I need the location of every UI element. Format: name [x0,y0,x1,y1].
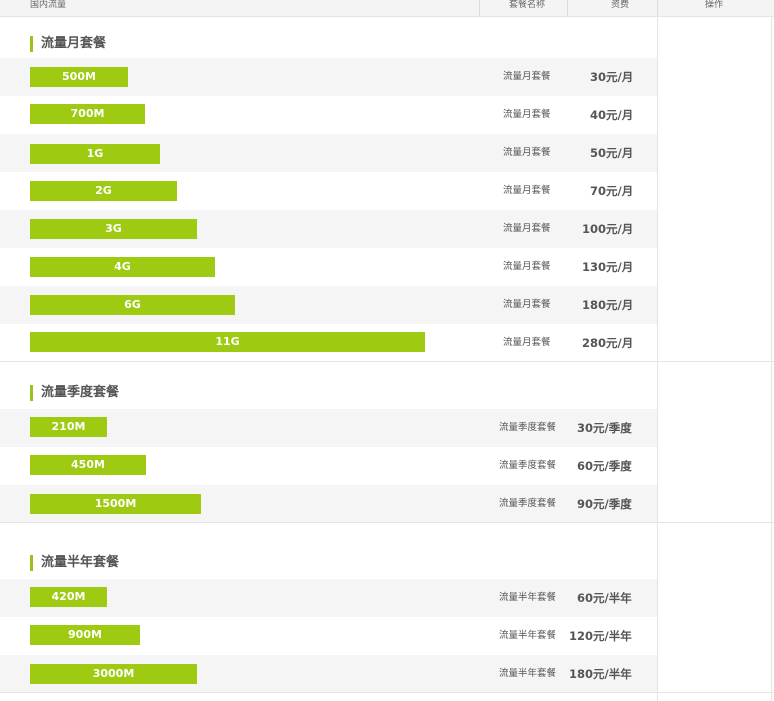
table-row[interactable]: 6G 流量月套餐 180元/月 [0,286,657,324]
package-name: 流量季度套餐 [499,498,557,509]
header-price: 资费 [611,0,630,10]
package-price: 280元/月 [582,336,634,350]
package-price: 60元/半年 [577,591,632,605]
package-name: 流量月套餐 [503,337,551,348]
table-row[interactable]: 210M 流量季度套餐 30元/季度 [0,409,657,447]
flow-bar: 1500M [30,494,201,514]
table-row[interactable]: 2G 流量月套餐 70元/月 [0,172,657,210]
package-price: 130元/月 [582,260,634,274]
flow-bar: 4G [30,257,215,277]
package-name: 流量月套餐 [503,223,551,234]
package-name: 流量季度套餐 [499,422,557,433]
table-row[interactable]: 1500M 流量季度套餐 90元/季度 [0,485,657,523]
flow-bar: 11G [30,332,425,352]
table-row[interactable]: 3G 流量月套餐 100元/月 [0,210,657,248]
table-row[interactable]: 450M 流量季度套餐 60元/季度 [0,447,657,485]
header-divider [567,0,568,16]
package-name: 流量月套餐 [503,299,551,310]
package-price: 180元/半年 [569,667,632,681]
header-action: 操作 [705,0,724,10]
flow-bar: 700M [30,104,145,124]
package-name: 流量月套餐 [503,147,551,158]
package-name: 流量半年套餐 [499,630,557,641]
package-price: 70元/月 [590,184,634,198]
package-price: 50元/月 [590,146,634,160]
header-divider [657,0,658,16]
package-name: 流量半年套餐 [499,592,557,603]
table-row[interactable]: 3000M 流量半年套餐 180元/半年 [0,655,657,693]
header-divider [479,0,480,16]
package-price: 90元/季度 [577,497,632,511]
column-separator [657,16,658,701]
package-name: 流量月套餐 [503,185,551,196]
package-price: 30元/季度 [577,421,632,435]
table-row[interactable]: 700M 流量月套餐 40元/月 [0,96,657,134]
package-price: 180元/月 [582,298,634,312]
right-border [771,16,772,701]
flow-bar: 2G [30,181,177,201]
package-name: 流量月套餐 [503,71,551,82]
flow-bar: 210M [30,417,107,437]
package-name: 流量季度套餐 [499,460,557,471]
group-title-half-year: 流量半年套餐 [30,555,119,571]
table-row[interactable]: 500M 流量月套餐 30元/月 [0,58,657,96]
group-title-monthly: 流量月套餐 [30,36,106,52]
package-price: 60元/季度 [577,459,632,473]
package-price: 100元/月 [582,222,634,236]
package-name: 流量月套餐 [503,109,551,120]
package-price: 120元/半年 [569,629,632,643]
flow-bar: 3G [30,219,197,239]
header-flow: 国内流量 [30,0,67,10]
flow-bar: 6G [30,295,235,315]
table-row[interactable]: 900M 流量半年套餐 120元/半年 [0,617,657,655]
table-row[interactable]: 4G 流量月套餐 130元/月 [0,248,657,286]
flow-bar: 450M [30,455,146,475]
flow-bar: 500M [30,67,128,87]
flow-bar: 420M [30,587,107,607]
table-row[interactable]: 420M 流量半年套餐 60元/半年 [0,579,657,617]
header-package-name: 套餐名称 [509,0,546,10]
flow-bar: 3000M [30,664,197,684]
group-title-quarterly: 流量季度套餐 [30,385,119,401]
package-price: 30元/月 [590,70,634,84]
group-divider [0,361,774,362]
table-row[interactable]: 11G 流量月套餐 280元/月 [0,324,657,362]
group-divider [0,692,774,693]
package-name: 流量月套餐 [503,261,551,272]
package-price: 40元/月 [590,108,634,122]
table-header: 国内流量 套餐名称 资费 操作 [0,0,774,17]
flow-bar: 1G [30,144,160,164]
package-name: 流量半年套餐 [499,668,557,679]
table-row[interactable]: 1G 流量月套餐 50元/月 [0,134,657,172]
group-divider [0,522,774,523]
flow-bar: 900M [30,625,140,645]
